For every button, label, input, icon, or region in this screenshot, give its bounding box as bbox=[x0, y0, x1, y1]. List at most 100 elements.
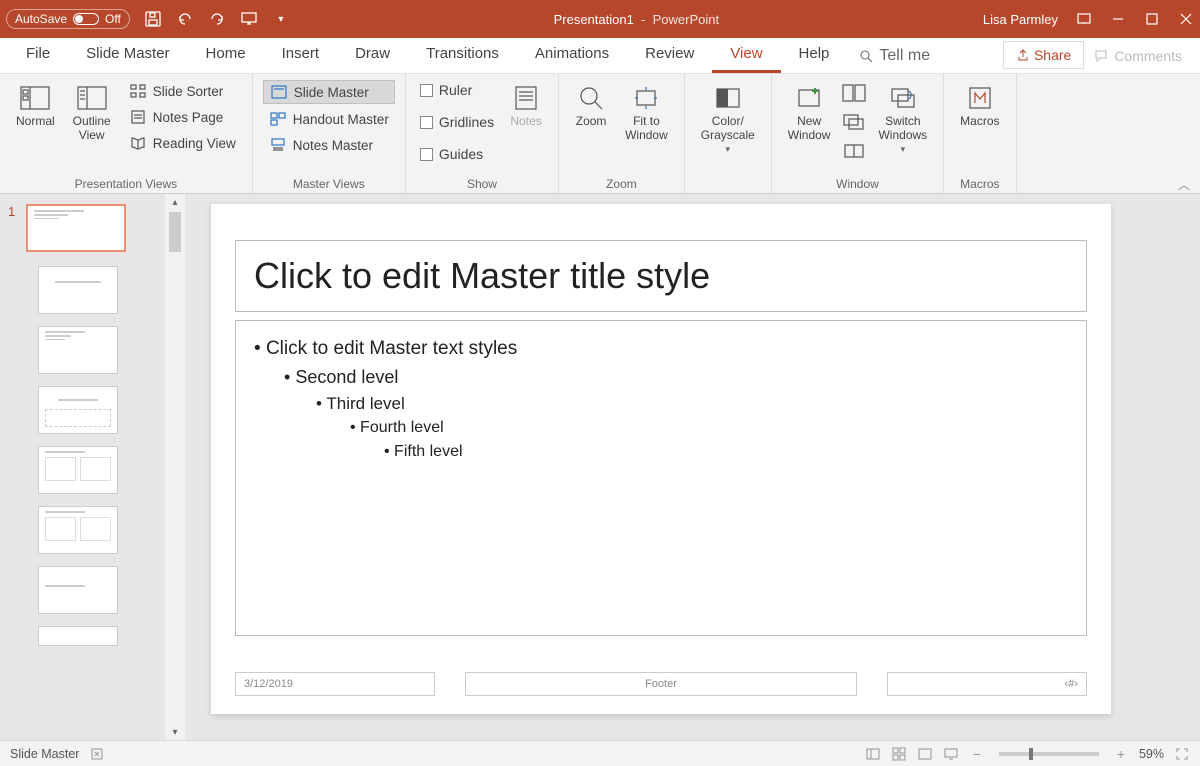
color-grayscale-label: Color/ Grayscale bbox=[701, 114, 755, 142]
close-button[interactable] bbox=[1178, 11, 1194, 27]
new-window-label: New Window bbox=[788, 114, 831, 142]
start-from-beginning-icon[interactable] bbox=[240, 10, 258, 28]
fit-to-window-icon[interactable] bbox=[1174, 746, 1190, 762]
bullet-level-5: Fifth level bbox=[384, 440, 1068, 464]
layout-thumbnail[interactable] bbox=[38, 386, 118, 434]
chevron-down-icon: ▾ bbox=[726, 144, 731, 155]
app-name: PowerPoint bbox=[653, 12, 719, 27]
layout-thumbnail[interactable] bbox=[38, 446, 118, 494]
layout-thumbnail[interactable] bbox=[38, 566, 118, 614]
checkbox-icon bbox=[420, 116, 433, 129]
zoom-out-button[interactable]: − bbox=[969, 746, 985, 762]
ribbon-display-options-icon[interactable] bbox=[1076, 11, 1092, 27]
date-placeholder[interactable]: 3/12/2019 bbox=[235, 672, 435, 696]
gridlines-label: Gridlines bbox=[439, 114, 494, 130]
body-placeholder[interactable]: Click to edit Master text styles Second … bbox=[235, 320, 1087, 636]
layout-thumbnail[interactable] bbox=[38, 626, 118, 646]
document-name: Presentation1 bbox=[554, 12, 634, 27]
fit-to-window-icon bbox=[630, 84, 662, 112]
save-icon[interactable] bbox=[144, 10, 162, 28]
guides-checkbox[interactable]: Guides bbox=[416, 144, 498, 164]
zoom-in-button[interactable]: + bbox=[1113, 746, 1129, 762]
notes-button: Notes bbox=[504, 80, 548, 132]
undo-icon[interactable] bbox=[176, 10, 194, 28]
footer-placeholder[interactable]: Footer bbox=[465, 672, 857, 696]
minimize-button[interactable] bbox=[1110, 11, 1126, 27]
slide-master-canvas[interactable]: Click to edit Master title style Click t… bbox=[211, 204, 1111, 714]
guides-label: Guides bbox=[439, 146, 483, 162]
outline-view-label: Outline View bbox=[73, 114, 111, 142]
handout-master-button[interactable]: Handout Master bbox=[263, 108, 395, 130]
thumbnail-panel[interactable]: 1 bbox=[0, 194, 165, 740]
group-label-macros: Macros bbox=[954, 175, 1005, 191]
tab-home[interactable]: Home bbox=[188, 37, 264, 73]
normal-view-button[interactable]: Normal bbox=[10, 80, 61, 132]
ribbon: Normal Outline View Slide Sorter Notes P… bbox=[0, 74, 1200, 194]
comments-button[interactable]: Comments bbox=[1084, 43, 1192, 69]
notes-master-button[interactable]: Notes Master bbox=[263, 134, 395, 156]
reading-view-button[interactable]: Reading View bbox=[123, 132, 242, 154]
slideshow-view-icon[interactable] bbox=[943, 746, 959, 762]
master-thumbnail[interactable] bbox=[26, 204, 126, 252]
user-name[interactable]: Lisa Parmley bbox=[983, 12, 1058, 27]
tab-slide-master[interactable]: Slide Master bbox=[68, 37, 187, 73]
move-split-icon[interactable] bbox=[842, 142, 866, 165]
layout-thumbnail[interactable] bbox=[38, 326, 118, 374]
slide-sorter-button[interactable]: Slide Sorter bbox=[123, 80, 242, 102]
checkbox-icon bbox=[420, 148, 433, 161]
bullet-level-2: Second level bbox=[284, 364, 1068, 391]
macros-button[interactable]: Macros bbox=[954, 80, 1005, 132]
group-label-blank bbox=[695, 175, 761, 191]
thumbnail-scrollbar[interactable]: ▴ ▾ bbox=[165, 194, 185, 740]
zoom-level[interactable]: 59% bbox=[1139, 747, 1164, 761]
ruler-checkbox[interactable]: Ruler bbox=[416, 80, 498, 100]
slide-sorter-icon bbox=[129, 83, 147, 99]
tab-view[interactable]: View bbox=[712, 37, 780, 73]
ribbon-tabs: File Slide Master Home Insert Draw Trans… bbox=[0, 38, 1200, 74]
group-show: Ruler Gridlines Guides Notes Show bbox=[406, 74, 559, 193]
zoom-button[interactable]: Zoom bbox=[569, 80, 613, 132]
slide-sorter-view-icon[interactable] bbox=[891, 746, 907, 762]
maximize-button[interactable] bbox=[1144, 11, 1160, 27]
layout-thumbnail[interactable] bbox=[38, 506, 118, 554]
zoom-slider-handle[interactable] bbox=[1029, 748, 1033, 760]
cascade-icon[interactable] bbox=[842, 113, 866, 136]
title-placeholder[interactable]: Click to edit Master title style bbox=[235, 240, 1087, 312]
accessibility-icon[interactable] bbox=[89, 746, 105, 762]
zoom-slider[interactable] bbox=[999, 752, 1099, 756]
group-color-grayscale: Color/ Grayscale ▾ bbox=[685, 74, 772, 193]
reading-view-icon[interactable] bbox=[917, 746, 933, 762]
tab-animations[interactable]: Animations bbox=[517, 37, 627, 73]
switch-windows-button[interactable]: Switch Windows ▾ bbox=[872, 80, 933, 159]
normal-view-icon[interactable] bbox=[865, 746, 881, 762]
autosave-label: AutoSave bbox=[15, 12, 67, 26]
redo-icon[interactable] bbox=[208, 10, 226, 28]
scroll-down-button[interactable]: ▾ bbox=[167, 724, 183, 740]
tell-me-search[interactable]: Tell me bbox=[847, 39, 942, 73]
color-grayscale-button[interactable]: Color/ Grayscale ▾ bbox=[695, 80, 761, 159]
scroll-thumb[interactable] bbox=[169, 212, 181, 252]
gridlines-checkbox[interactable]: Gridlines bbox=[416, 112, 498, 132]
share-button[interactable]: Share bbox=[1003, 41, 1084, 69]
slide-master-button[interactable]: Slide Master bbox=[263, 80, 395, 104]
tab-draw[interactable]: Draw bbox=[337, 37, 408, 73]
slide-number-placeholder[interactable]: ‹#› bbox=[887, 672, 1087, 696]
customize-qat-icon[interactable]: ▾ bbox=[272, 10, 290, 28]
title-bar: AutoSave Off ▾ Presentation1 - PowerPoin… bbox=[0, 0, 1200, 38]
autosave-toggle[interactable]: AutoSave Off bbox=[6, 9, 130, 29]
notes-page-button[interactable]: Notes Page bbox=[123, 106, 242, 128]
tab-review[interactable]: Review bbox=[627, 37, 712, 73]
collapse-ribbon-button[interactable]: ︿ bbox=[1168, 74, 1200, 193]
arrange-all-icon[interactable] bbox=[842, 84, 866, 107]
tab-insert[interactable]: Insert bbox=[264, 37, 338, 73]
tab-file[interactable]: File bbox=[8, 37, 68, 73]
outline-view-button[interactable]: Outline View bbox=[67, 80, 117, 146]
slide-canvas-area[interactable]: Click to edit Master title style Click t… bbox=[185, 194, 1200, 740]
fit-to-window-button[interactable]: Fit to Window bbox=[619, 80, 674, 146]
group-window: New Window Switch Windows ▾ Window bbox=[772, 74, 944, 193]
new-window-button[interactable]: New Window bbox=[782, 80, 837, 146]
tab-transitions[interactable]: Transitions bbox=[408, 37, 517, 73]
tab-help[interactable]: Help bbox=[781, 37, 848, 73]
scroll-up-button[interactable]: ▴ bbox=[167, 194, 183, 210]
layout-thumbnail[interactable] bbox=[38, 266, 118, 314]
